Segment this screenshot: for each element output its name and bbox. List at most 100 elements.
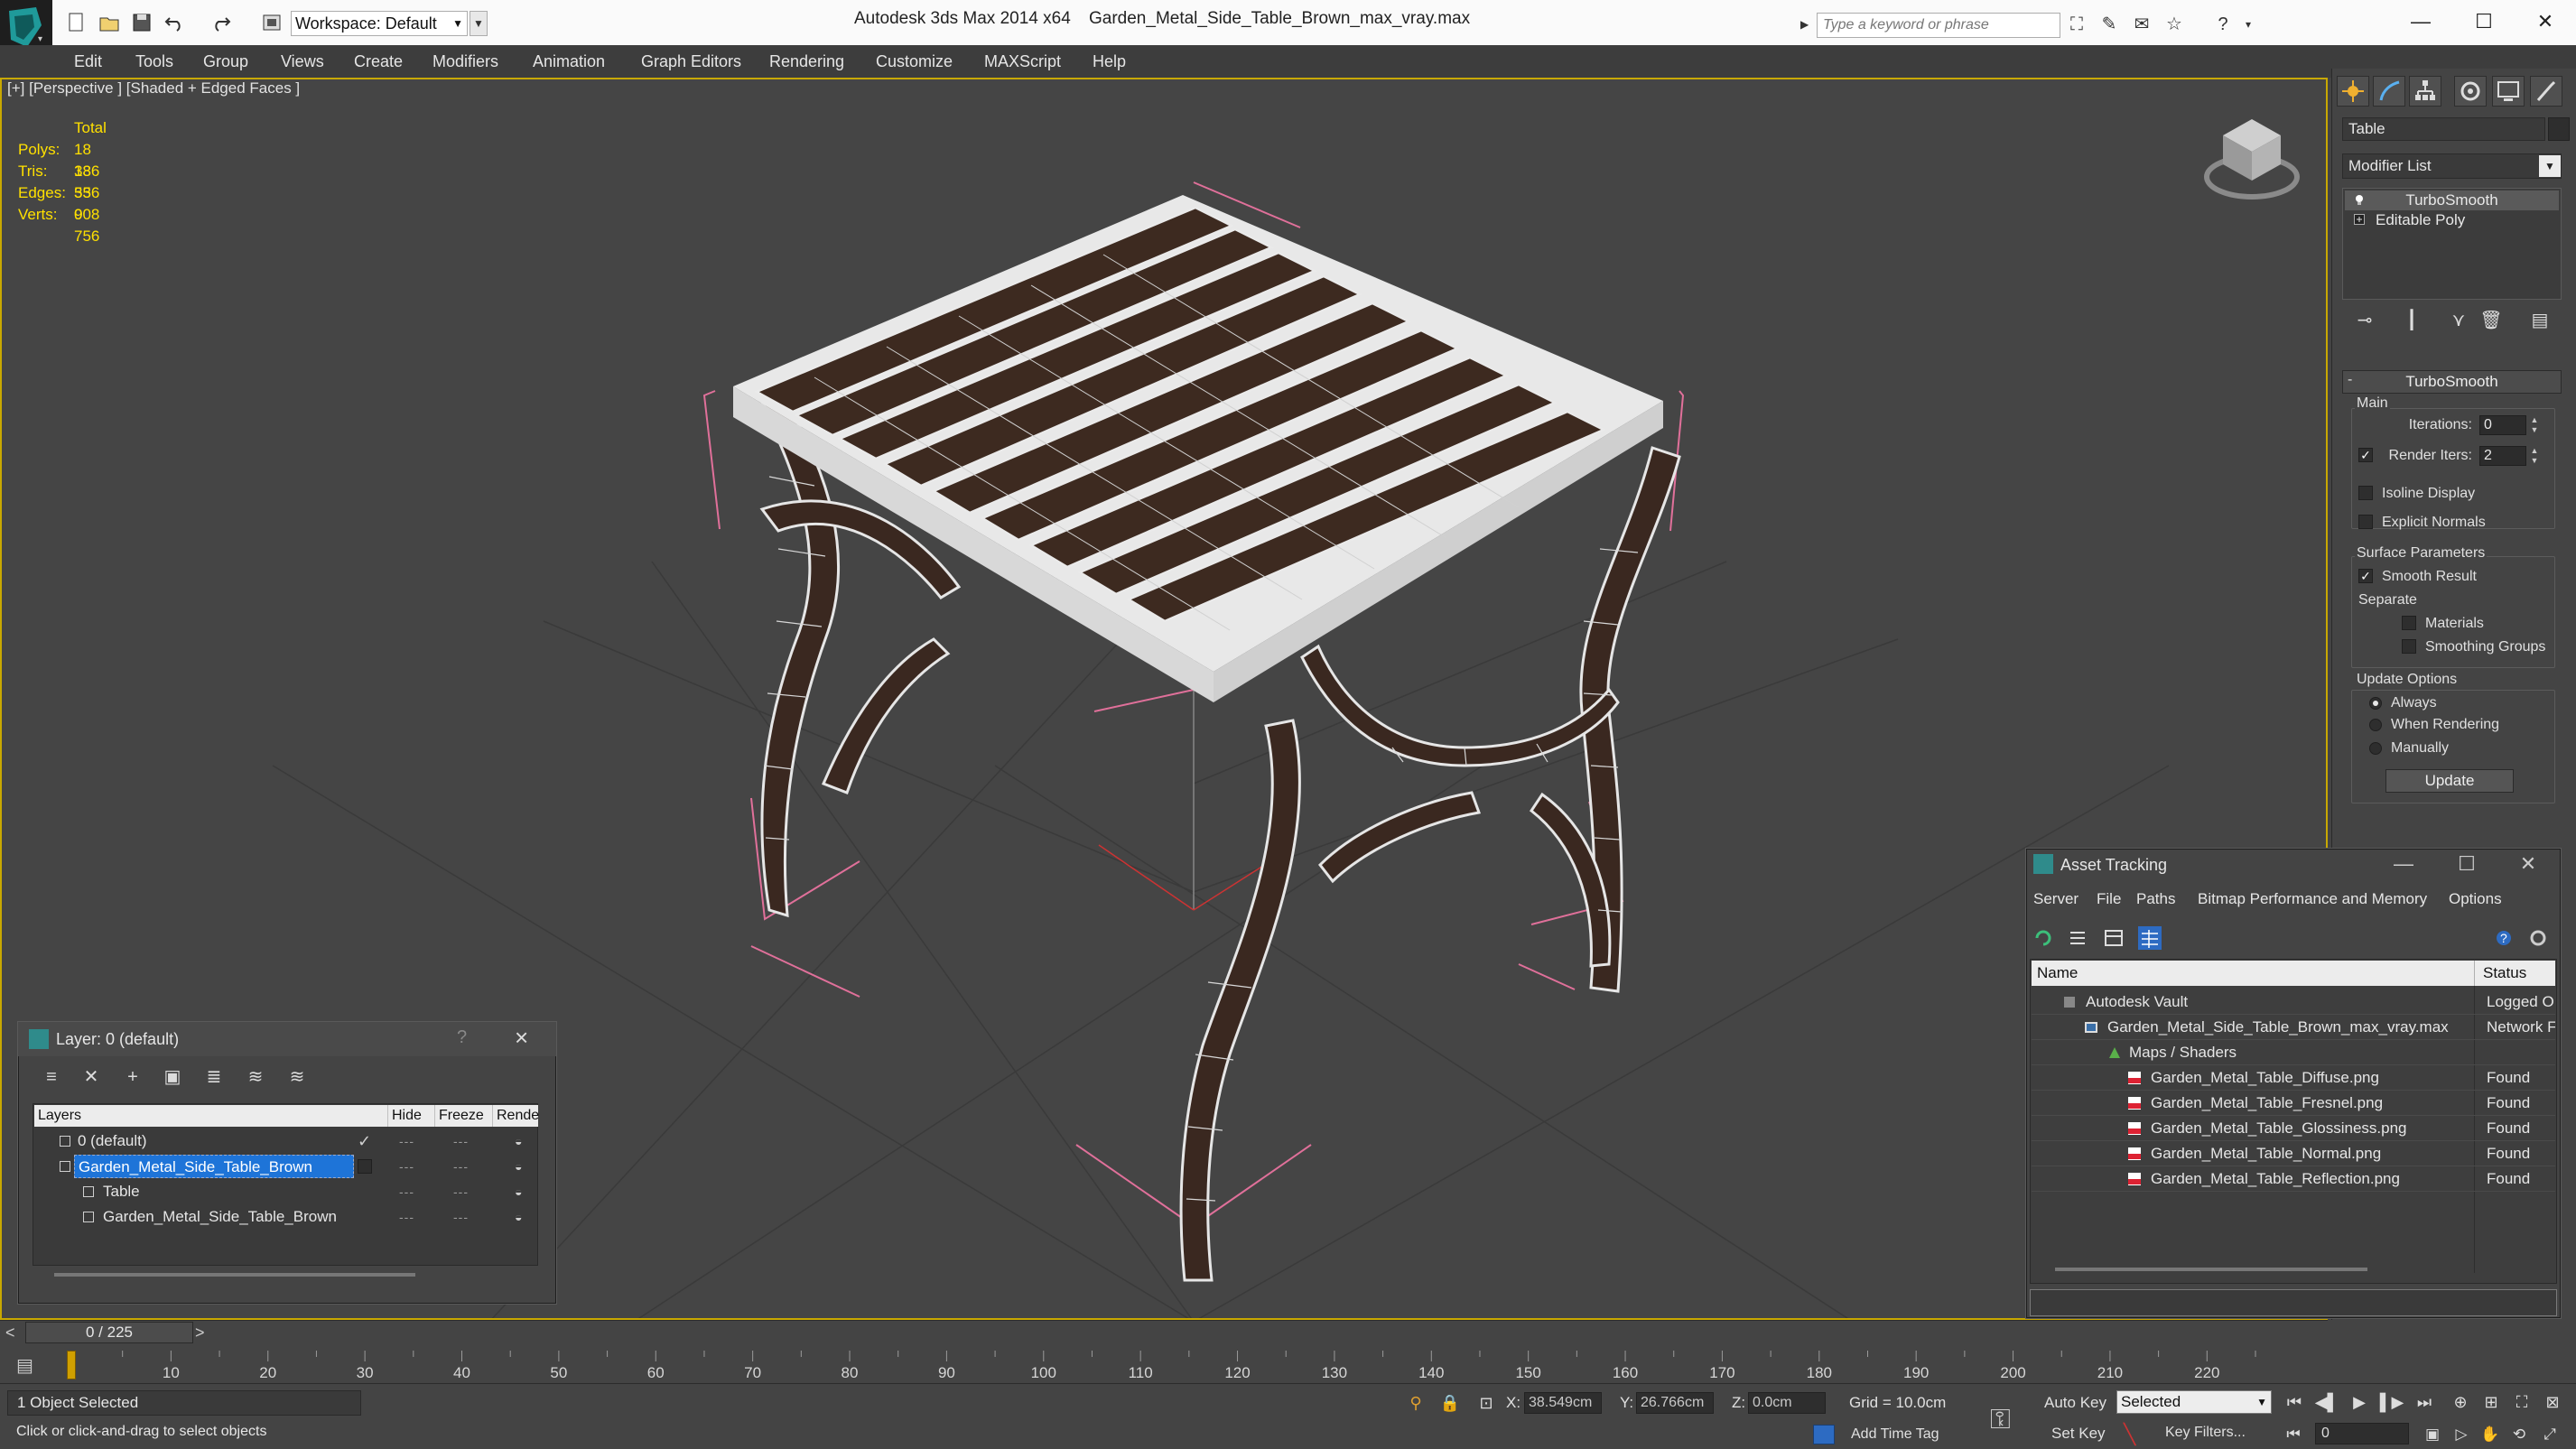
hide-toggle[interactable]: --- (399, 1204, 414, 1230)
asset-row[interactable]: Garden_Metal_Table_Diffuse.png Found (2032, 1065, 2555, 1091)
key-selection-dropdown[interactable]: Selected ▼ (2116, 1390, 2272, 1414)
orbit-icon[interactable]: ⟲ (2506, 1423, 2532, 1446)
asset-row[interactable]: Garden_Metal_Side_Table_Brown_max_vray.m… (2032, 1015, 2555, 1040)
always-radio[interactable] (2369, 697, 2382, 710)
smoothing-groups-checkbox[interactable] (2402, 639, 2416, 654)
layer-row[interactable]: Garden_Metal_Side_Table_Brown --- --- ◒ (34, 1204, 538, 1230)
asset-row[interactable]: Garden_Metal_Table_Fresnel.png Found (2032, 1091, 2555, 1116)
zoom-extents-icon[interactable]: ⛶ (2508, 1390, 2535, 1414)
make-unique-icon[interactable]: ⋎ (2443, 307, 2474, 334)
render-teapot-icon[interactable]: ◒ (515, 1204, 522, 1230)
timeline-ruler[interactable]: 10 20 30 40 50 60 70 80 90 100 110 120 130 140 150 160 1… (65, 1349, 2264, 1381)
x-coord-field[interactable]: 38.549cm (1524, 1392, 1602, 1414)
menu-modifiers[interactable]: Modifiers (432, 45, 498, 78)
zoom-icon[interactable]: ⊕ (2447, 1390, 2474, 1414)
binoculars-icon[interactable]: ⛶ (2064, 13, 2089, 36)
render-teapot-icon[interactable]: ◒ (515, 1154, 522, 1179)
col-name[interactable]: Name (2037, 964, 2078, 982)
asset-row[interactable]: Garden_Metal_Table_Normal.png Found (2032, 1141, 2555, 1166)
save-file-icon[interactable] (130, 11, 153, 34)
col-layers[interactable]: Layers (34, 1105, 388, 1127)
auto-key-button[interactable]: Auto Key (2044, 1394, 2106, 1412)
freeze-toggle[interactable]: --- (453, 1179, 469, 1204)
collapse-rollout-icon[interactable]: - (2348, 372, 2352, 388)
spinner-arrows-icon[interactable]: ▲ ▼ (2528, 415, 2541, 435)
menu-create[interactable]: Create (354, 45, 403, 78)
asset-menu-file[interactable]: File (2097, 890, 2121, 908)
close-icon[interactable]: × (515, 1024, 528, 1052)
mini-curve-editor-icon[interactable]: ▤ (16, 1354, 43, 1378)
next-frame-icon[interactable]: > (195, 1324, 205, 1342)
freeze-all-layers-icon[interactable]: ≋ (284, 1064, 311, 1091)
project-folder-icon[interactable] (260, 11, 284, 34)
current-frame-field[interactable]: 0 (2315, 1423, 2409, 1444)
col-status[interactable]: Status (2483, 964, 2526, 982)
help-button[interactable]: ? (457, 1027, 467, 1048)
materials-checkbox[interactable] (2402, 616, 2416, 630)
layer-row[interactable]: 0 (default) ✓ --- --- ◒ (34, 1129, 538, 1154)
render-teapot-icon[interactable]: ◒ (515, 1179, 522, 1204)
y-coord-field[interactable]: 26.766cm (1636, 1392, 1714, 1414)
maximize-button[interactable]: ☐ (2449, 852, 2485, 876)
minimize-button[interactable]: — (2389, 4, 2452, 40)
iterations-spinner[interactable]: 0 (2479, 415, 2526, 435)
undo-icon[interactable] (163, 11, 186, 34)
checkmark-icon[interactable]: ✓ (358, 1129, 371, 1154)
time-tag-icon[interactable] (1813, 1425, 1835, 1444)
current-layer-checkbox[interactable] (358, 1159, 372, 1174)
go-to-end-icon[interactable]: ⏭ (2411, 1390, 2438, 1414)
open-file-icon[interactable] (98, 11, 121, 34)
asset-path-field[interactable] (2030, 1289, 2557, 1316)
zoom-all-icon[interactable]: ⊞ (2478, 1390, 2505, 1414)
help-icon[interactable]: ? (2210, 13, 2236, 36)
table-view-icon[interactable] (2136, 924, 2163, 952)
menu-customize[interactable]: Customize (876, 45, 953, 78)
menu-maxscript[interactable]: MAXScript (984, 45, 1061, 78)
next-key-icon[interactable]: ▌▶ (2378, 1390, 2405, 1414)
asset-menu-paths[interactable]: Paths (2136, 890, 2175, 908)
select-objects-icon[interactable]: ▣ (159, 1064, 186, 1091)
key-icon[interactable]: ⚿ (1990, 1405, 2011, 1435)
time-slider-thumb[interactable]: 0 / 225 (25, 1322, 193, 1343)
set-key-button[interactable]: Set Key (2051, 1425, 2106, 1443)
previous-frame-icon[interactable]: < (5, 1324, 15, 1342)
add-time-tag[interactable]: Add Time Tag (1851, 1426, 1939, 1443)
absolute-mode-icon[interactable]: ⊡ (1475, 1392, 1497, 1414)
layer-row[interactable]: Garden_Metal_Side_Table_Brown --- --- ◒ (34, 1154, 538, 1179)
horizontal-scrollbar[interactable] (2055, 1268, 2367, 1271)
workspace-dropdown[interactable]: Workspace: Default ▼ (291, 11, 468, 36)
close-icon[interactable]: ✕ (2510, 852, 2546, 876)
time-configuration-icon[interactable]: ▣ (2420, 1423, 2445, 1446)
layer-name[interactable]: 0 (default) (74, 1129, 147, 1153)
zoom-extents-all-icon[interactable]: ⊠ (2539, 1390, 2566, 1414)
menu-animation[interactable]: Animation (533, 45, 605, 78)
motion-tab-icon[interactable] (2454, 76, 2487, 107)
hide-toggle[interactable]: --- (399, 1179, 414, 1204)
stack-item-editable-poly[interactable]: Editable Poly (2345, 210, 2559, 230)
manually-radio[interactable] (2369, 742, 2382, 755)
go-to-start-icon[interactable]: ⏮ (2281, 1390, 2308, 1414)
render-teapot-icon[interactable]: ◒ (515, 1129, 522, 1154)
layer-name[interactable]: Garden_Metal_Side_Table_Brown (99, 1205, 337, 1229)
render-iters-spinner[interactable]: 2 (2479, 446, 2526, 466)
turbosmooth-rollout-header[interactable]: TurboSmooth (2342, 370, 2562, 394)
menu-edit[interactable]: Edit (74, 45, 102, 78)
chevron-down-icon[interactable]: ▼ (2539, 155, 2561, 177)
asset-row[interactable]: Maps / Shaders (2032, 1040, 2555, 1065)
menu-tools[interactable]: Tools (135, 45, 173, 78)
pan-view-icon[interactable]: ✋ (2478, 1423, 2503, 1446)
hierarchy-tab-icon[interactable] (2409, 76, 2441, 107)
plus-box-icon[interactable] (2354, 214, 2365, 225)
highlight-layer-icon[interactable]: ≣ (200, 1064, 228, 1091)
z-coord-field[interactable]: 0.0cm (1748, 1392, 1826, 1414)
object-name-field[interactable]: Table (2342, 117, 2545, 141)
utilities-tab-icon[interactable] (2530, 76, 2562, 107)
col-render[interactable]: Rende (493, 1105, 539, 1127)
communication-icon[interactable]: ✉ (2129, 13, 2154, 36)
add-to-layer-icon[interactable]: + (119, 1064, 146, 1091)
minimize-button[interactable]: — (2385, 852, 2422, 876)
stack-item-turbosmooth[interactable]: TurboSmooth (2345, 190, 2559, 210)
menu-graph-editors[interactable]: Graph Editors (641, 45, 741, 78)
column-divider[interactable] (2474, 961, 2475, 986)
search-expand-icon[interactable]: ▶ (1800, 13, 1815, 36)
